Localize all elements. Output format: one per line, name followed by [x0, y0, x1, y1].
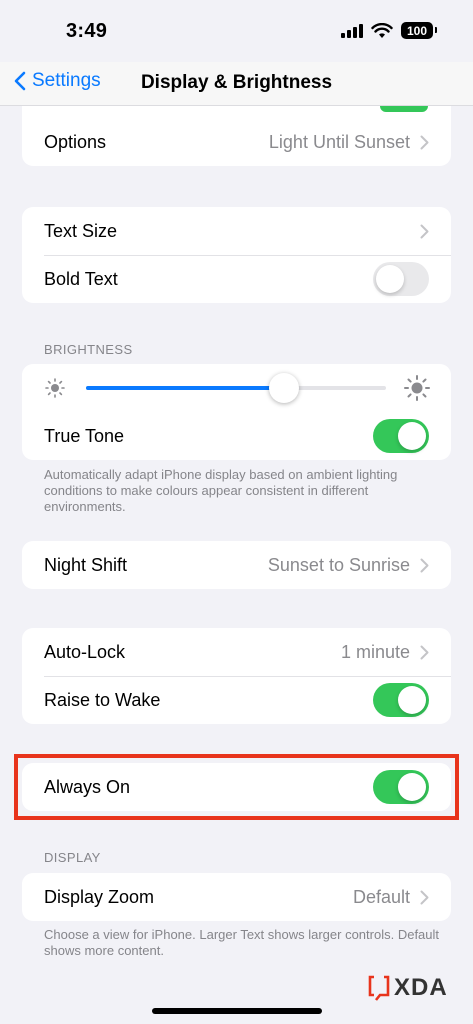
night-shift-label: Night Shift: [44, 554, 128, 575]
bold-text-label: Bold Text: [44, 268, 118, 289]
bold-text-toggle[interactable]: [373, 262, 429, 296]
raise-to-wake-toggle[interactable]: [373, 683, 429, 717]
options-label: Options: [44, 131, 107, 152]
display-group: Display Zoom Default: [22, 873, 451, 921]
sun-small-icon: [45, 378, 65, 398]
options-value: Light Until Sunset: [268, 131, 410, 152]
night-shift-row[interactable]: Night Shift Sunset to Sunrise: [22, 541, 451, 589]
brightness-slider[interactable]: [86, 373, 386, 403]
xda-watermark: XDA: [368, 974, 448, 1002]
brightness-slider-thumb[interactable]: [269, 373, 299, 403]
highlight-annotation: [14, 754, 459, 820]
appearance-group: Options Light Until Sunset: [22, 106, 451, 166]
true-tone-row: True Tone: [22, 412, 451, 460]
brightness-slider-fill: [86, 386, 284, 390]
xda-watermark-text: XDA: [394, 974, 448, 1001]
options-row[interactable]: Options Light Until Sunset: [22, 106, 451, 166]
signal-icon: [341, 23, 363, 38]
status-time: 3:49: [66, 20, 108, 42]
bold-text-row: Bold Text: [22, 255, 451, 303]
chevron-right-icon: [420, 135, 429, 149]
chevron-right-icon: [420, 224, 429, 238]
night-shift-value: Sunset to Sunrise: [267, 554, 410, 575]
sun-large-icon: [404, 375, 430, 401]
raise-to-wake-row: Raise to Wake: [22, 676, 451, 724]
true-tone-description: Automatically adapt iPhone display based…: [44, 467, 398, 514]
text-group: Text Size Bold Text: [22, 207, 451, 303]
display-zoom-label: Display Zoom: [44, 886, 155, 907]
chevron-right-icon: [420, 645, 429, 659]
brightness-slider-row: [22, 364, 451, 412]
auto-lock-value: 1 minute: [340, 641, 410, 662]
true-tone-toggle[interactable]: [373, 419, 429, 453]
auto-lock-row[interactable]: Auto-Lock 1 minute: [22, 628, 451, 676]
display-zoom-row[interactable]: Display Zoom Default: [22, 873, 451, 921]
display-zoom-description: Choose a view for iPhone. Larger Text sh…: [44, 927, 440, 958]
auto-lock-label: Auto-Lock: [44, 641, 126, 662]
chevron-right-icon: [420, 890, 429, 904]
home-indicator[interactable]: [152, 1008, 322, 1014]
page-title: Display & Brightness: [140, 72, 333, 93]
lock-group: Auto-Lock 1 minute Raise to Wake: [22, 628, 451, 724]
brightness-group: True Tone: [22, 364, 451, 460]
brightness-header: BRIGHTNESS: [44, 342, 133, 357]
display-header: DISPLAY: [44, 850, 101, 865]
text-size-row[interactable]: Text Size: [22, 207, 451, 255]
battery-icon: 100: [401, 22, 437, 39]
raise-to-wake-label: Raise to Wake: [44, 689, 161, 710]
text-size-label: Text Size: [44, 220, 118, 241]
partial-toggle: [380, 106, 428, 112]
chevron-right-icon: [420, 558, 429, 572]
wifi-icon: [371, 22, 393, 38]
status-icons: 100: [341, 22, 437, 39]
true-tone-label: True Tone: [44, 425, 125, 446]
navigation-bar: Settings Display & Brightness: [0, 62, 473, 106]
display-zoom-value: Default: [352, 886, 410, 907]
xda-logo-icon: [368, 975, 390, 1001]
status-bar: 3:49 100: [0, 0, 473, 62]
night-shift-group: Night Shift Sunset to Sunrise: [22, 541, 451, 589]
